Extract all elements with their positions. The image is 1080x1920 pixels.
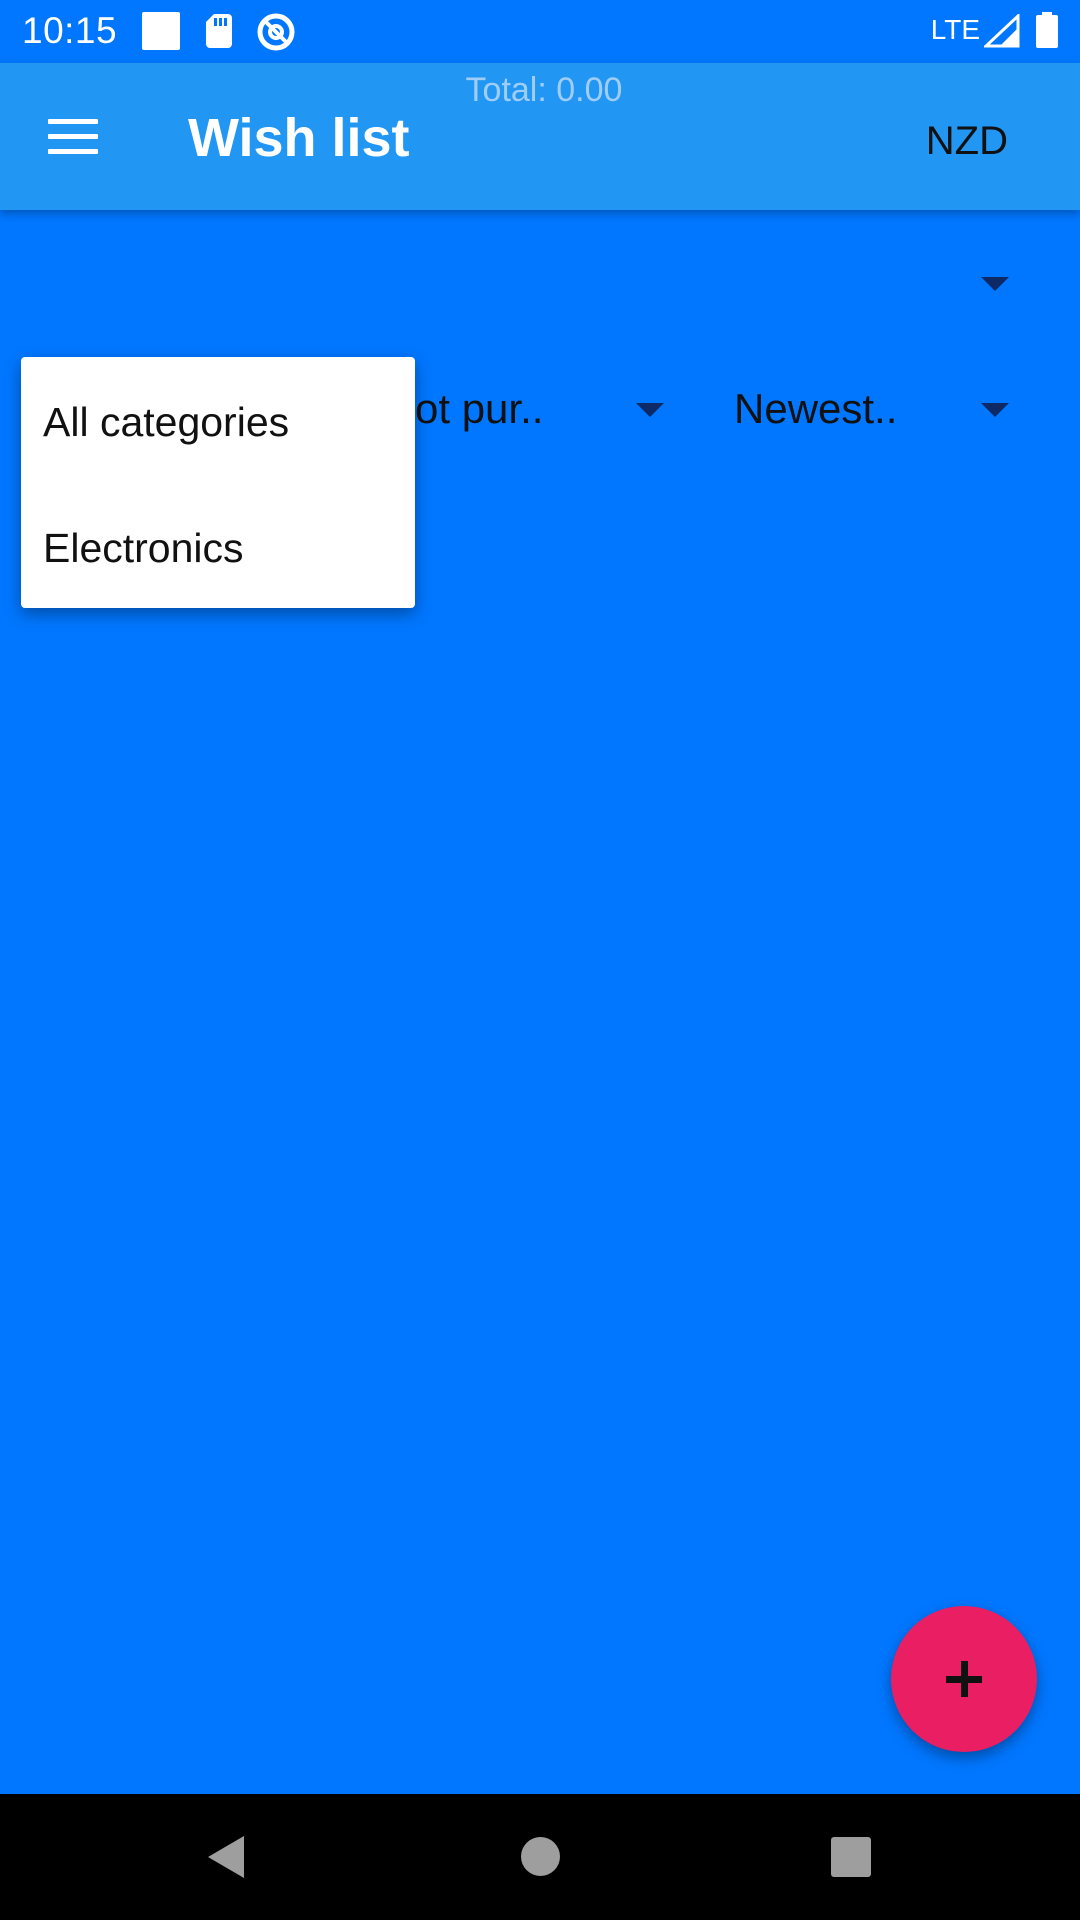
category-dropdown-menu: All categories Electronics	[21, 357, 415, 608]
menu-icon[interactable]	[48, 119, 98, 155]
chevron-down-icon[interactable]	[981, 403, 1009, 417]
menu-item-electronics[interactable]: Electronics	[43, 525, 244, 572]
add-item-button[interactable]	[891, 1606, 1037, 1752]
screen: 10:15 LTE Total: 0.00 Wish list NZD ot p…	[0, 0, 1080, 1920]
status-bar: 10:15 LTE	[0, 0, 1080, 63]
chevron-down-icon[interactable]	[636, 403, 664, 417]
square-notification-icon	[142, 12, 180, 50]
recents-icon[interactable]	[831, 1837, 871, 1877]
chevron-down-icon[interactable]	[981, 277, 1009, 291]
network-type: LTE	[930, 14, 980, 45]
app-bar: Total: 0.00 Wish list NZD	[0, 63, 1080, 210]
navigation-bar	[0, 1794, 1080, 1920]
page-title: Wish list	[188, 108, 410, 168]
sort-filter-dropdown[interactable]: Newest..	[734, 385, 897, 433]
at-sign-icon	[257, 13, 295, 51]
back-icon[interactable]	[206, 1834, 246, 1880]
home-icon[interactable]	[521, 1837, 560, 1876]
status-time: 10:15	[22, 10, 118, 51]
menu-item-all-categories[interactable]: All categories	[43, 399, 289, 446]
status-filter-dropdown[interactable]: ot pur..	[415, 385, 543, 433]
total-label: Total: 0.00	[465, 71, 623, 109]
sd-card-icon	[206, 14, 232, 48]
battery-icon	[1036, 12, 1058, 48]
currency-selector[interactable]: NZD	[926, 119, 1008, 164]
signal-icon	[984, 14, 1020, 48]
